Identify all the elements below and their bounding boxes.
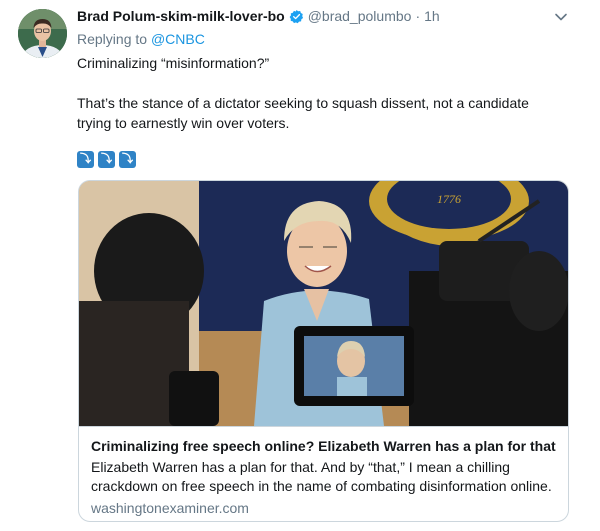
- reply-mention-link[interactable]: @CNBC: [151, 31, 205, 47]
- arrow-down-emoji-icon: ⤵: [119, 151, 136, 168]
- replying-to: Replying to @CNBC: [77, 31, 205, 47]
- tweet-text-line: Criminalizing “misinformation?”: [77, 55, 270, 71]
- card-body[interactable]: Criminalizing free speech online? Elizab…: [79, 426, 568, 521]
- chevron-down-icon[interactable]: [552, 8, 570, 26]
- link-preview-card[interactable]: 1776 Criminalizing free speech online? E…: [78, 180, 569, 522]
- emoji-row: ⤵ ⤵ ⤵: [77, 151, 136, 168]
- card-image[interactable]: 1776: [79, 181, 568, 426]
- tweet-timestamp[interactable]: 1h: [424, 8, 440, 24]
- tweet-header: Brad Polum-skim-milk-lover-bo @brad_polu…: [77, 7, 440, 25]
- tweet-text-line: That’s the stance of a dictator seeking …: [77, 95, 529, 131]
- author-display-name[interactable]: Brad Polum-skim-milk-lover-bo: [77, 8, 285, 24]
- tweet[interactable]: Brad Polum-skim-milk-lover-bo @brad_polu…: [0, 0, 600, 531]
- card-description: Elizabeth Warren has a plan for that. An…: [91, 459, 552, 494]
- author-avatar[interactable]: [18, 9, 67, 58]
- separator-dot: ·: [415, 8, 421, 24]
- replying-to-label: Replying to: [77, 31, 148, 47]
- card-title[interactable]: Criminalizing free speech online? Elizab…: [91, 437, 558, 456]
- verified-badge-icon: [289, 9, 304, 24]
- seal-year: 1776: [437, 192, 461, 206]
- arrow-down-emoji-icon: ⤵: [98, 151, 115, 168]
- arrow-down-emoji-icon: ⤵: [77, 151, 94, 168]
- author-handle[interactable]: @brad_polumbo: [308, 8, 412, 24]
- card-domain[interactable]: washingtonexaminer.com: [91, 499, 558, 518]
